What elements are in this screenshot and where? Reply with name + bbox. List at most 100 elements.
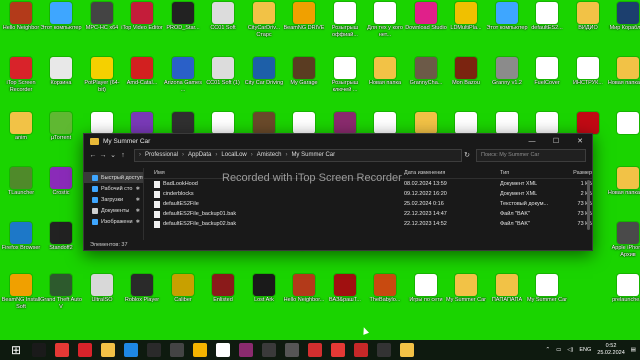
desktop-shortcut[interactable]: Mon Bazou — [445, 55, 487, 105]
column-date[interactable]: Дата изменения — [404, 170, 500, 176]
desktop-shortcut[interactable]: Корзина — [40, 55, 82, 105]
yandex-browser-icon[interactable] — [216, 343, 230, 357]
desktop-shortcut[interactable]: Caliber — [162, 272, 204, 322]
desktop-shortcut[interactable]: TheBabylo... — [364, 272, 406, 322]
nav-item[interactable]: Загрузки ✱ — [84, 194, 143, 205]
yandex-icon[interactable] — [55, 343, 69, 357]
desktop-shortcut[interactable]: ВИДИО — [567, 0, 609, 50]
winrar-icon[interactable] — [239, 343, 253, 357]
file-row[interactable]: defaultES2File 25.02.2024 0:16 Текстовый д… — [144, 199, 592, 209]
mail-icon[interactable] — [124, 343, 138, 357]
file-explorer-icon[interactable] — [101, 343, 115, 357]
file-row[interactable]: cinderblocks 09.12.2022 16:20 Документ XML… — [144, 189, 592, 199]
camera-icon[interactable] — [285, 343, 299, 357]
column-type[interactable]: Тип — [500, 170, 552, 176]
desktop-shortcut[interactable]: Arizona Games ... — [162, 55, 204, 105]
desktop-shortcut[interactable]: Этот компьютер — [40, 0, 82, 50]
game-icon[interactable] — [170, 343, 184, 357]
desktop-shortcut[interactable]: My Summer Car — [526, 272, 568, 322]
desktop-shortcut[interactable]: CC01 Soft — [202, 0, 244, 50]
desktop-shortcut[interactable]: BeamNG Install Soft — [0, 272, 42, 322]
back-icon[interactable]: ← — [88, 152, 98, 159]
media-icon[interactable] — [308, 343, 322, 357]
recorder-icon[interactable] — [354, 343, 368, 357]
file-row[interactable]: defaultES2File_backup01.bak 22.12.2023 14… — [144, 209, 592, 219]
language-indicator[interactable]: ENG — [579, 347, 591, 353]
recent-dropdown-icon[interactable]: ⌄ — [108, 151, 118, 159]
notifications-icon[interactable]: ▤ — [631, 347, 636, 353]
forward-icon[interactable]: → — [98, 152, 108, 159]
nav-item[interactable]: Изображени ✱ — [84, 216, 143, 227]
desktop-shortcut[interactable]: Игры по сети — [405, 272, 447, 322]
desktop-shortcut[interactable]: anim — [0, 110, 42, 160]
breadcrumb-separator-icon[interactable]: › — [285, 152, 287, 158]
desktop-shortcut[interactable]: My Summer Car — [445, 272, 487, 322]
desktop-shortcut[interactable]: Crostic — [40, 165, 82, 215]
game-icon[interactable] — [262, 343, 276, 357]
breadcrumb-separator-icon[interactable]: › — [215, 152, 217, 158]
nav-item[interactable]: Документы ✱ — [84, 205, 143, 216]
desktop-shortcut[interactable]: Hello Neighbor... — [283, 272, 325, 322]
file-row[interactable]: defaultES2File_backup02.bak 22.12.2023 14… — [144, 219, 592, 229]
desktop-shortcut[interactable]: Розыгрыш ключей ... — [324, 55, 366, 105]
explorer-window[interactable]: My Summer Car — ☐ ✕ ← → ⌄ ↑ › Professiona… — [83, 133, 593, 251]
desktop-shortcut[interactable]: Для тех у кого нет... — [364, 0, 406, 50]
breadcrumb-item[interactable]: Amistech — [257, 152, 282, 158]
search-input[interactable]: Поиск: My Summer Car — [476, 148, 586, 162]
desktop-shortcut[interactable]: My Garage — [283, 55, 325, 105]
desktop-shortcut[interactable]: FuelCover — [526, 55, 568, 105]
maximize-button[interactable]: ☐ — [544, 137, 568, 145]
breadcrumb[interactable]: › Professional › AppData › LocalLow › Amistech ›… — [134, 148, 462, 162]
desktop-shortcut[interactable]: ПАПАПАПА — [486, 272, 528, 322]
terminal-icon[interactable] — [377, 343, 391, 357]
breadcrumb-item[interactable]: My Summer Car — [291, 152, 335, 158]
title-bar[interactable]: My Summer Car — ☐ ✕ — [84, 134, 592, 148]
network-icon[interactable]: ▭ — [556, 347, 561, 353]
desktop-shortcut[interactable] — [607, 110, 640, 160]
store-icon[interactable] — [147, 343, 161, 357]
breadcrumb-item[interactable]: AppData — [188, 152, 211, 158]
desktop-shortcut[interactable]: prelaunche... — [607, 272, 640, 322]
desktop-shortcut[interactable]: TLauncher — [0, 165, 42, 215]
desktop-shortcut[interactable]: µTorrent — [40, 110, 82, 160]
breadcrumb-item[interactable]: LocalLow — [221, 152, 246, 158]
desktop-shortcut[interactable]: Download Studio — [405, 0, 447, 50]
breadcrumb-separator-icon[interactable]: › — [139, 152, 141, 158]
desktop-shortcut[interactable]: Granny v1.2 — [486, 55, 528, 105]
opera-icon[interactable] — [331, 343, 345, 357]
desktop-shortcut[interactable]: Hello Neighbor — [0, 0, 42, 50]
desktop-shortcut[interactable]: Standoff2 — [40, 220, 82, 270]
desktop-shortcut[interactable]: Apple iPhone Архив — [607, 220, 640, 270]
close-button[interactable]: ✕ — [568, 137, 592, 145]
tray-arrow-icon[interactable]: ⌃ — [545, 347, 550, 353]
desktop-shortcut[interactable]: Этот компьютер — [486, 0, 528, 50]
desktop-shortcut[interactable]: Розыгрыш оффиай... — [324, 0, 366, 50]
chrome-icon[interactable] — [193, 343, 207, 357]
breadcrumb-separator-icon[interactable]: › — [182, 152, 184, 158]
desktop-shortcut[interactable]: Мир Кораблей — [607, 0, 640, 50]
start-button[interactable]: ⊞ — [9, 343, 23, 357]
desktop-shortcut[interactable]: Новая папка (2) — [607, 55, 640, 105]
breadcrumb-separator-icon[interactable]: › — [251, 152, 253, 158]
search-icon[interactable] — [32, 343, 46, 357]
minimize-button[interactable]: — — [520, 138, 544, 145]
desktop-shortcut[interactable]: BeamNG DRIVE — [283, 0, 325, 50]
clock[interactable]: 0:52 25.02.2024 — [597, 343, 625, 357]
desktop-shortcut[interactable]: LDMultiPla... — [445, 0, 487, 50]
desktop-shortcut[interactable]: Новая папка — [364, 55, 406, 105]
nav-item[interactable]: Быстрый доступ — [84, 172, 143, 183]
scrollbar[interactable] — [587, 180, 590, 230]
desktop-shortcut[interactable]: Roblox Player — [121, 272, 163, 322]
desktop-shortcut[interactable]: MPC-HC x64 — [81, 0, 123, 50]
desktop-shortcut[interactable]: iTop Screen Recorder — [0, 55, 42, 105]
refresh-icon[interactable]: ↻ — [462, 151, 472, 159]
desktop-shortcut[interactable]: ВАЗ&раш‎Т... — [324, 272, 366, 322]
desktop-shortcut[interactable]: CityCarDriv... Старс — [243, 0, 285, 50]
desktop-shortcut[interactable]: City Car Driving — [243, 55, 285, 105]
column-size[interactable]: Размер — [552, 170, 592, 176]
volume-icon[interactable]: ◁) — [567, 347, 573, 353]
desktop-shortcut[interactable]: defaultES2... — [526, 0, 568, 50]
desktop-shortcut[interactable]: Amd-Catal... — [121, 55, 163, 105]
up-icon[interactable]: ↑ — [118, 152, 128, 159]
desktop-shortcut[interactable]: CC01 Soft (1) — [202, 55, 244, 105]
